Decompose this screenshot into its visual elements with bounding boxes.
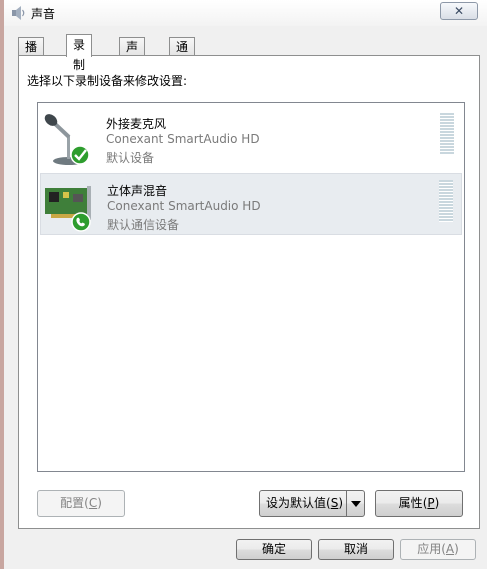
apply-button[interactable]: 应用(A) — [400, 539, 476, 560]
apply-hotkey: A — [445, 542, 455, 556]
properties-label: 属性 — [398, 496, 423, 510]
device-driver: Conexant SmartAudio HD — [107, 199, 261, 213]
set-default-button[interactable]: 设为默认值(S) — [259, 490, 365, 517]
device-list[interactable]: 外接麦克风 Conexant SmartAudio HD 默认设备 立体声混音 — [37, 102, 465, 472]
close-icon: ✕ — [453, 4, 465, 18]
recording-panel: 选择以下录制设备来修改设置: 外接麦克风 Conexant SmartAudio… — [18, 55, 480, 529]
chevron-down-icon[interactable] — [346, 491, 364, 516]
check-icon — [70, 145, 90, 165]
set-default-label: 设为默认值 — [266, 496, 327, 510]
speaker-icon — [12, 6, 25, 20]
window-title: 声音 — [31, 7, 56, 21]
properties-button[interactable]: 属性(P) — [375, 490, 463, 517]
set-default-hotkey: S — [330, 496, 339, 510]
tab-communications[interactable]: 通信 — [169, 37, 196, 72]
device-status: 默认设备 — [106, 151, 155, 165]
apply-label: 应用 — [417, 542, 442, 556]
tab-playback[interactable]: 播放 — [18, 37, 45, 72]
sound-card-icon — [45, 186, 91, 232]
tab-sounds[interactable]: 声音 — [119, 37, 146, 72]
device-item-microphone[interactable]: 外接麦克风 Conexant SmartAudio HD 默认设备 — [40, 107, 462, 169]
cancel-button[interactable]: 取消 — [318, 539, 394, 560]
ok-button[interactable]: 确定 — [236, 539, 312, 560]
level-meter — [440, 113, 454, 155]
level-meter — [439, 180, 453, 222]
phone-icon — [71, 212, 91, 232]
title-bar[interactable]: 声音 ✕ — [4, 0, 487, 26]
properties-hotkey: P — [427, 496, 435, 510]
device-driver: Conexant SmartAudio HD — [106, 132, 260, 146]
tab-recording[interactable]: 录制 — [66, 34, 93, 72]
instruction-label: 选择以下录制设备来修改设置: — [27, 74, 188, 88]
microphone-icon — [44, 114, 90, 165]
device-name: 立体声混音 — [107, 184, 168, 198]
device-item-stereo-mix[interactable]: 立体声混音 Conexant SmartAudio HD 默认通信设备 — [40, 173, 462, 235]
close-button[interactable]: ✕ — [440, 2, 478, 20]
device-status: 默认通信设备 — [107, 218, 180, 232]
configure-button[interactable]: 配置(C) — [37, 490, 125, 517]
device-name: 外接麦克风 — [106, 117, 167, 131]
configure-hotkey: C — [88, 496, 98, 510]
configure-label: 配置 — [60, 496, 85, 510]
sound-dialog: 声音 ✕ 播放 录制 声音 通信 选择以下录制设备来修改设置: 外接麦克风 — [0, 0, 487, 569]
